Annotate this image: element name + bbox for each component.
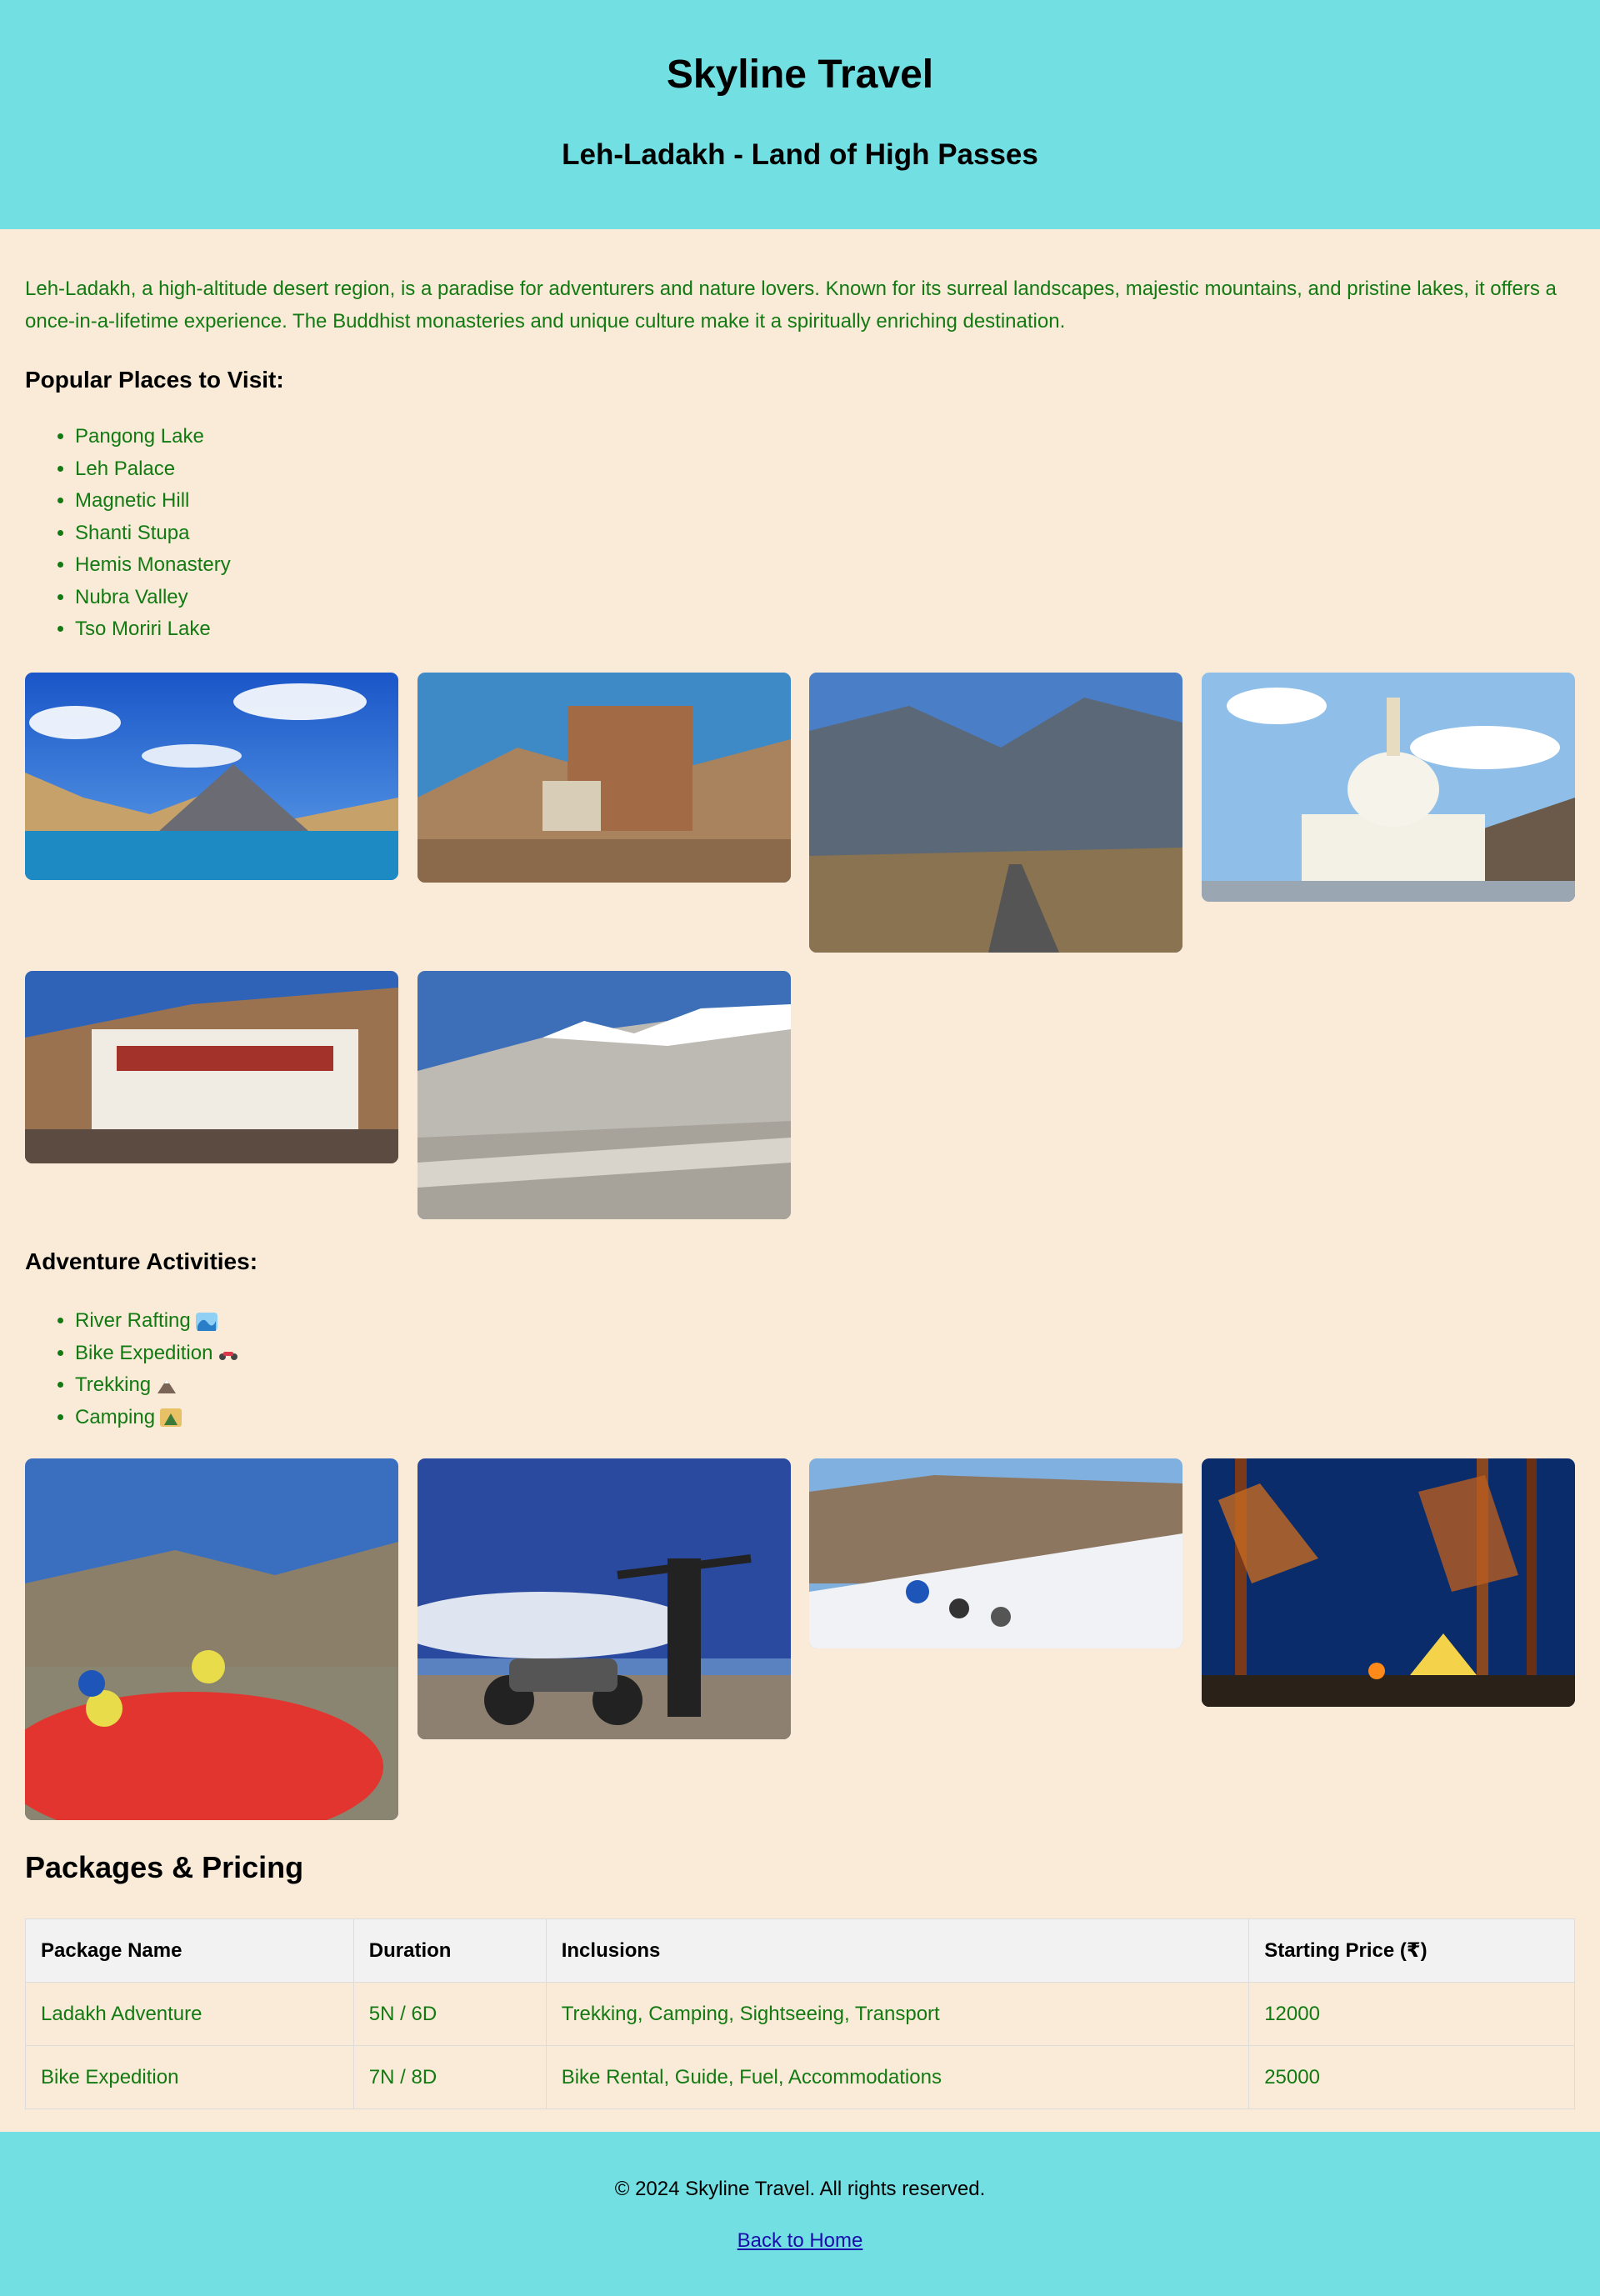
table-cell: 12000: [1248, 1982, 1575, 2046]
table-header-row: Package Name Duration Inclusions Startin…: [25, 1918, 1575, 1983]
motorcycle-icon: [219, 1352, 238, 1361]
table-cell: Bike Expedition: [25, 2045, 354, 2109]
bike-expedition-photo: [418, 1458, 791, 1739]
page-title: Leh-Ladakh - Land of High Passes: [562, 138, 1038, 171]
table-cell: 7N / 8D: [352, 2045, 547, 2109]
main-content: Leh-Ladakh, a high-altitude desert regio…: [0, 273, 1600, 646]
table-cell: 5N / 6D: [352, 1982, 547, 2046]
activity-label: Bike Expedition: [75, 1341, 213, 1364]
activities-heading: Adventure Activities:: [25, 1248, 258, 1274]
list-item: Camping: [75, 1402, 239, 1434]
packages-heading: Packages & Pricing: [25, 1850, 304, 1884]
magnetic-hill-photo: [809, 673, 1182, 953]
site-header: Skyline Travel Leh-Ladakh - Land of High…: [0, 0, 1600, 229]
river-rafting-photo: [25, 1458, 398, 1820]
list-item: Hemis Monastery: [75, 549, 1575, 582]
list-item: Magnetic Hill: [75, 485, 1575, 518]
pangong-lake-photo: [25, 673, 398, 880]
table-cell: Bike Rental, Guide, Fuel, Accommodations: [545, 2045, 1250, 2109]
back-to-home-link[interactable]: Back to Home: [738, 2229, 863, 2253]
copyright-text: © 2024 Skyline Travel. All rights reserv…: [614, 2178, 986, 2200]
activities-list: River Rafting Bike Expedition Trekking C…: [25, 1305, 239, 1433]
nubra-valley-photo: [418, 971, 791, 1219]
camping-icon: [160, 1408, 182, 1428]
list-item: Trekking: [75, 1369, 239, 1402]
column-header: Duration: [352, 1918, 547, 1983]
page: Skyline Travel Leh-Ladakh - Land of High…: [0, 0, 1600, 2296]
activity-label: Trekking: [75, 1373, 152, 1396]
places-heading: Popular Places to Visit:: [25, 367, 284, 393]
mountain-icon: [158, 1378, 177, 1393]
list-item: Shanti Stupa: [75, 518, 1575, 550]
table-cell: Trekking, Camping, Sightseeing, Transpor…: [545, 1982, 1250, 2046]
table-row: Bike Expedition 7N / 8D Bike Rental, Gui…: [25, 2045, 1575, 2109]
site-footer: © 2024 Skyline Travel. All rights reserv…: [0, 2132, 1600, 2296]
trekking-photo: [809, 1458, 1182, 1648]
wave-icon: [195, 1312, 218, 1331]
shanti-stupa-photo: [1202, 673, 1575, 902]
list-item: Pangong Lake: [75, 421, 1575, 453]
hemis-monastery-photo: [25, 971, 398, 1163]
places-list: Pangong Lake Leh Palace Magnetic Hill Sh…: [25, 421, 1575, 646]
list-item: Nubra Valley: [75, 582, 1575, 614]
list-item: Leh Palace: [75, 453, 1575, 486]
list-item: River Rafting: [75, 1305, 239, 1338]
table-cell: Ladakh Adventure: [25, 1982, 354, 2046]
leh-palace-photo: [418, 673, 791, 883]
camping-photo: [1202, 1458, 1575, 1707]
list-item: Tso Moriri Lake: [75, 613, 1575, 646]
table-row: Ladakh Adventure 5N / 6D Trekking, Campi…: [25, 1982, 1575, 2046]
column-header: Inclusions: [545, 1918, 1250, 1983]
site-title: Skyline Travel: [666, 53, 934, 97]
column-header: Package Name: [25, 1918, 354, 1983]
pricing-table: Package Name Duration Inclusions Startin…: [25, 1918, 1575, 2109]
column-header: Starting Price (₹): [1248, 1918, 1575, 1983]
activity-label: Camping: [75, 1405, 156, 1428]
list-item: Bike Expedition: [75, 1338, 239, 1370]
activity-label: River Rafting: [75, 1309, 191, 1332]
intro-paragraph: Leh-Ladakh, a high-altitude desert regio…: [25, 278, 1557, 333]
table-cell: 25000: [1248, 2045, 1575, 2109]
